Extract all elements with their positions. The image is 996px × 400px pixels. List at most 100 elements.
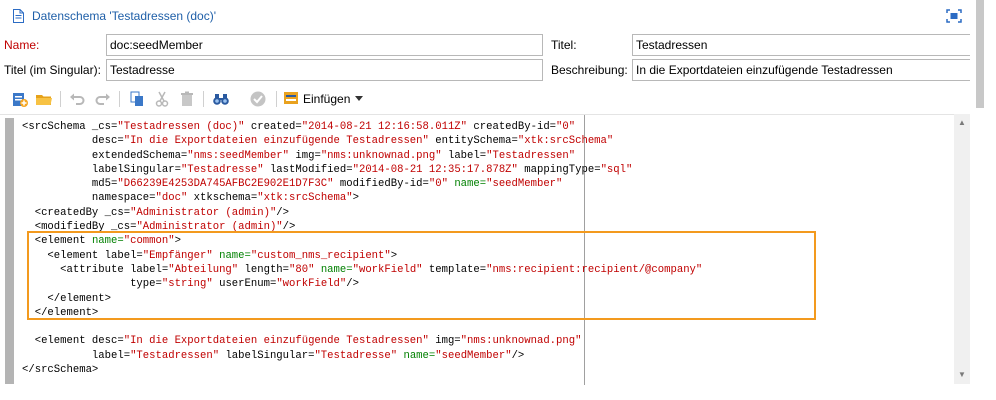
code-line: </srcSchema> <box>22 363 702 377</box>
code-line: md5="D66239E4253DA745AFBC2E902E1D7F3C" m… <box>22 177 702 191</box>
xml-markup: <createdBy _cs= <box>22 206 131 219</box>
undo-icon[interactable] <box>68 90 86 108</box>
validate-icon[interactable] <box>249 90 267 108</box>
editor-gutter <box>5 118 14 384</box>
xml-attribute-value: "2014-08-21 12:16:58.011Z" <box>301 121 468 133</box>
xml-markup: /> <box>282 221 296 234</box>
code-line: <element name="common"> <box>22 234 702 248</box>
cut-icon[interactable] <box>153 90 171 108</box>
xml-markup: /> <box>511 349 525 362</box>
redo-icon[interactable] <box>94 90 112 108</box>
editor-toolbar: Einfügen <box>0 86 978 112</box>
xml-markup: entitySchema= <box>428 135 518 148</box>
name-label: Name: <box>4 38 40 52</box>
outer-scrollbar[interactable] <box>970 0 996 400</box>
xml-name-attribute: name= <box>320 263 353 276</box>
beschreibung-field[interactable]: In die Exportdateien einzufügende Testad… <box>632 59 971 81</box>
titel-field[interactable]: Testadressen <box>632 34 971 56</box>
xml-markup: </element> <box>22 306 99 319</box>
xml-markup: template= <box>422 263 487 276</box>
xml-attribute-value: "Testadressen" <box>130 349 220 362</box>
maximize-icon[interactable] <box>946 9 962 23</box>
xml-attribute-value: "Testadressen" <box>486 149 576 162</box>
xml-name-attribute: name= <box>454 178 487 191</box>
code-line: labelSingular="Testadresse" lastModified… <box>22 163 702 177</box>
xml-markup: md5= <box>22 178 118 191</box>
code-line: <element label="Empfänger" name="custom_… <box>22 249 702 263</box>
titel-singular-field[interactable]: Testadresse <box>106 59 543 81</box>
insert-label: Einfügen <box>303 92 351 106</box>
code-line: type="string" userEnum="workField"/> <box>22 277 702 291</box>
xml-markup: <element <box>22 235 92 248</box>
xml-editor[interactable]: <srcSchema _cs="Testadressen (doc)" crea… <box>0 114 970 385</box>
copy-icon[interactable] <box>128 90 146 108</box>
xml-markup: <element desc= <box>22 335 124 348</box>
xml-attribute-value: "seedMember" <box>486 178 563 191</box>
xml-markup: </srcSchema> <box>22 364 99 377</box>
xml-markup: img= <box>428 335 461 348</box>
chevron-down-icon <box>354 92 364 106</box>
xml-attribute-value: "Empfänger" <box>142 249 213 262</box>
find-icon[interactable] <box>212 90 230 108</box>
xml-markup: label= <box>441 149 487 162</box>
xml-attribute-value: "doc" <box>155 192 188 205</box>
xml-markup: mappingType= <box>517 163 601 176</box>
xml-attribute-value: "Abteilung" <box>168 263 239 276</box>
xml-attribute-value: "Testadressen (doc)" <box>117 121 245 133</box>
insert-button[interactable]: Einfügen <box>283 89 364 109</box>
code-line: desc="In die Exportdateien einzufügende … <box>22 134 702 148</box>
xml-attribute-value: "Administrator (admin)" <box>136 221 283 234</box>
xml-markup: desc= <box>22 135 124 148</box>
toolbar-separator <box>60 91 61 107</box>
xml-attribute-value: "workField" <box>276 278 347 291</box>
xml-markup: > <box>352 192 359 205</box>
xml-markup: namespace= <box>22 192 156 205</box>
name-field[interactable]: doc:seedMember <box>106 34 543 56</box>
xml-attribute-value: "In die Exportdateien einzufügende Testa… <box>123 135 429 148</box>
xml-markup: length= <box>238 263 290 276</box>
xml-attribute-value: "D66239E4253DA745AFBC2E902E1D7F3C" <box>117 178 334 191</box>
open-folder-icon[interactable] <box>35 90 53 108</box>
titel-singular-label: Titel (im Singular): <box>4 63 101 77</box>
xml-markup: <modifiedBy _cs= <box>22 221 137 234</box>
xml-markup: /> <box>346 278 359 291</box>
xml-attribute-value: "In die Exportdateien einzufügende Testa… <box>123 335 429 348</box>
toolbar-separator <box>119 91 120 107</box>
xml-markup: /> <box>276 206 290 219</box>
xml-attribute-value: "80" <box>289 263 315 276</box>
delete-icon[interactable] <box>178 90 196 108</box>
xml-attribute-value: "sql" <box>600 163 633 176</box>
toolbar-separator <box>276 91 277 107</box>
toolbar-separator <box>203 91 204 107</box>
xml-attribute-value: "xtk:srcSchema" <box>257 192 353 205</box>
xml-markup: modifiedBy-id= <box>333 178 429 191</box>
xml-source-code[interactable]: <srcSchema _cs="Testadressen (doc)" crea… <box>22 120 702 377</box>
xml-markup: labelSingular= <box>22 163 181 176</box>
code-line: extendedSchema="nms:seedMember" img="nms… <box>22 149 702 163</box>
xml-attribute-value: "workField" <box>352 263 423 276</box>
new-entity-icon[interactable] <box>11 90 29 108</box>
xml-markup: <srcSchema _cs= <box>22 121 118 133</box>
xml-markup: img= <box>289 149 321 162</box>
code-line: namespace="doc" xtkschema="xtk:srcSchema… <box>22 191 702 205</box>
outer-scroll-thumb[interactable] <box>976 0 984 108</box>
scroll-up-icon[interactable]: ▲ <box>958 118 966 127</box>
xml-markup: label= <box>22 349 131 362</box>
xml-attribute-value: "0" <box>556 121 576 133</box>
xml-name-attribute: name= <box>403 349 436 362</box>
editor-scrollbar[interactable]: ▲ ▼ <box>954 114 970 384</box>
titel-label: Titel: <box>551 38 577 52</box>
window-titlebar: Datenschema 'Testadressen (doc)' <box>0 0 978 32</box>
scroll-down-icon[interactable]: ▼ <box>958 370 966 379</box>
xml-attribute-value: "Testadresse" <box>314 349 398 362</box>
xml-markup: lastModified= <box>263 163 353 176</box>
xml-attribute-value: "nms:unknownad.png" <box>320 149 442 162</box>
xml-attribute-value: "seedMember" <box>435 349 512 362</box>
xml-markup: <element label= <box>22 249 143 262</box>
code-line: <element desc="In die Exportdateien einz… <box>22 334 702 348</box>
code-line: <attribute label="Abteilung" length="80"… <box>22 263 702 277</box>
xml-markup: </element> <box>22 292 112 305</box>
form-row-name: Name: doc:seedMember Titel: Testadressen <box>0 34 978 56</box>
xml-markup: xtkschema= <box>187 192 258 205</box>
document-icon <box>13 9 24 23</box>
